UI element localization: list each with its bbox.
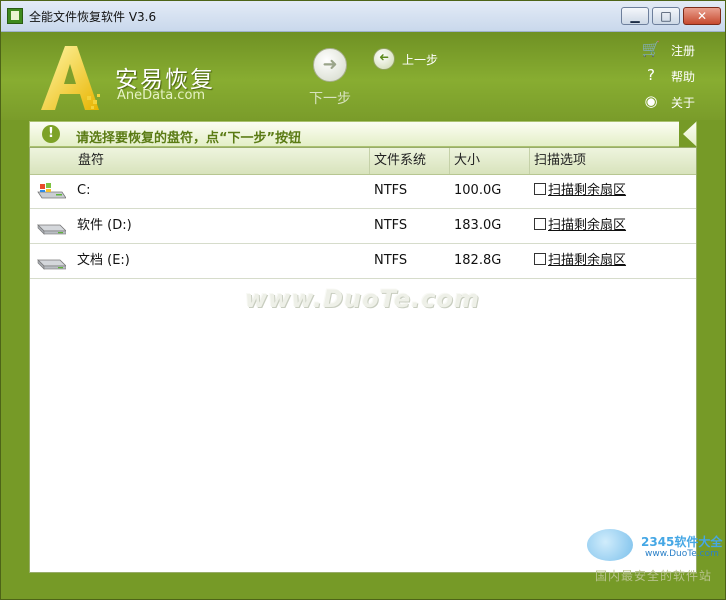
hard-drive-icon: [37, 224, 66, 235]
window-title: 全能文件恢复软件 V3.6: [29, 10, 157, 24]
arrow-left-icon: [373, 48, 395, 70]
duote-watermark: www.DuoTe.com: [245, 285, 480, 313]
logo-a-icon: [41, 46, 100, 110]
close-button[interactable]: ✕: [683, 7, 721, 25]
drive-size: 182.8G: [454, 253, 502, 268]
site-watermark: 2345软件大全 www.DuoTe.com 国内最安全的软件站: [567, 523, 725, 583]
scan-checkbox[interactable]: [534, 253, 546, 265]
drive-filesystem: NTFS: [374, 218, 408, 233]
about-link[interactable]: ◉ 关于: [639, 90, 719, 116]
drive-name: 软件 (D:): [77, 218, 132, 233]
table-row[interactable]: 软件 (D:) NTFS 183.0G 扫描剩余扇区: [30, 209, 696, 244]
drive-filesystem: NTFS: [374, 253, 408, 268]
instruction-banner: ! 请选择要恢复的盘符，点“下一步”按钮: [29, 121, 697, 147]
drive-size: 183.0G: [454, 218, 502, 233]
app-window: 全能文件恢复软件 V3.6 ▁ □ ✕ 安易恢复 AneData.com 下一步: [0, 0, 726, 600]
register-label: 注册: [671, 44, 696, 58]
minimize-button[interactable]: ▁: [621, 7, 649, 25]
exclamation-icon: !: [42, 125, 60, 143]
scan-option[interactable]: 扫描剩余扇区: [534, 209, 626, 243]
scan-option-label[interactable]: 扫描剩余扇区: [548, 218, 626, 233]
side-menu: 🛒 注册 ? 帮助 ◉ 关于: [639, 38, 719, 116]
cart-icon: 🛒: [641, 40, 661, 58]
scan-option[interactable]: 扫描剩余扇区: [534, 174, 626, 208]
drive-size: 100.0G: [454, 183, 502, 198]
question-icon: ?: [647, 66, 655, 84]
next-step-button[interactable]: 下一步: [303, 48, 357, 107]
scan-checkbox[interactable]: [534, 218, 546, 230]
column-header-drive[interactable]: 盘符: [30, 148, 370, 174]
instruction-text: 请选择要恢复的盘符，点“下一步”按钮: [76, 131, 302, 146]
app-icon: [7, 8, 23, 24]
column-header-scan[interactable]: 扫描选项: [530, 148, 696, 174]
next-step-label: 下一步: [309, 91, 351, 107]
scan-option-label[interactable]: 扫描剩余扇区: [548, 183, 626, 198]
windows-drive-icon: [37, 183, 66, 199]
site-watermark-title: 2345软件大全: [641, 535, 723, 549]
site-watermark-slogan: 国内最安全的软件站: [595, 569, 713, 583]
scan-checkbox[interactable]: [534, 183, 546, 195]
close-icon: ✕: [696, 9, 708, 23]
hard-drive-icon: [37, 259, 66, 270]
register-link[interactable]: 🛒 注册: [639, 38, 719, 64]
scan-option[interactable]: 扫描剩余扇区: [534, 244, 626, 278]
prev-step-label: 上一步: [402, 53, 439, 67]
help-label: 帮助: [671, 70, 696, 84]
title-bar[interactable]: 全能文件恢复软件 V3.6 ▁ □ ✕: [1, 1, 725, 32]
site-watermark-url: www.DuoTe.com: [645, 549, 719, 559]
table-row[interactable]: C: NTFS 100.0G 扫描剩余扇区: [30, 174, 696, 209]
info-icon: ◉: [644, 92, 658, 110]
column-header-filesystem[interactable]: 文件系统: [370, 148, 450, 174]
arrow-right-icon: [313, 48, 347, 82]
drive-list: 盘符 文件系统 大小 扫描选项 C: NTFS 100.0G 扫描剩余扇区 软件…: [29, 147, 697, 573]
scan-option-label[interactable]: 扫描剩余扇区: [548, 253, 626, 268]
drive-filesystem: NTFS: [374, 183, 408, 198]
maximize-icon: □: [660, 9, 672, 23]
minimize-icon: ▁: [630, 9, 640, 23]
about-label: 关于: [671, 96, 696, 110]
table-header: 盘符 文件系统 大小 扫描选项: [30, 148, 696, 175]
drive-name: C:: [77, 183, 91, 198]
banner-arrow-icon: [679, 121, 697, 147]
drive-name: 文档 (E:): [77, 253, 130, 268]
maximize-button[interactable]: □: [652, 7, 680, 25]
brand-url: AneData.com: [117, 88, 206, 103]
header-toolbar: 安易恢复 AneData.com 下一步 上一步 🛒 注册 ? 帮助 ◉ 关于: [1, 32, 725, 120]
mascot-icon: [587, 529, 633, 561]
table-row[interactable]: 文档 (E:) NTFS 182.8G 扫描剩余扇区: [30, 244, 696, 279]
column-header-size[interactable]: 大小: [450, 148, 530, 174]
help-link[interactable]: ? 帮助: [639, 64, 719, 90]
